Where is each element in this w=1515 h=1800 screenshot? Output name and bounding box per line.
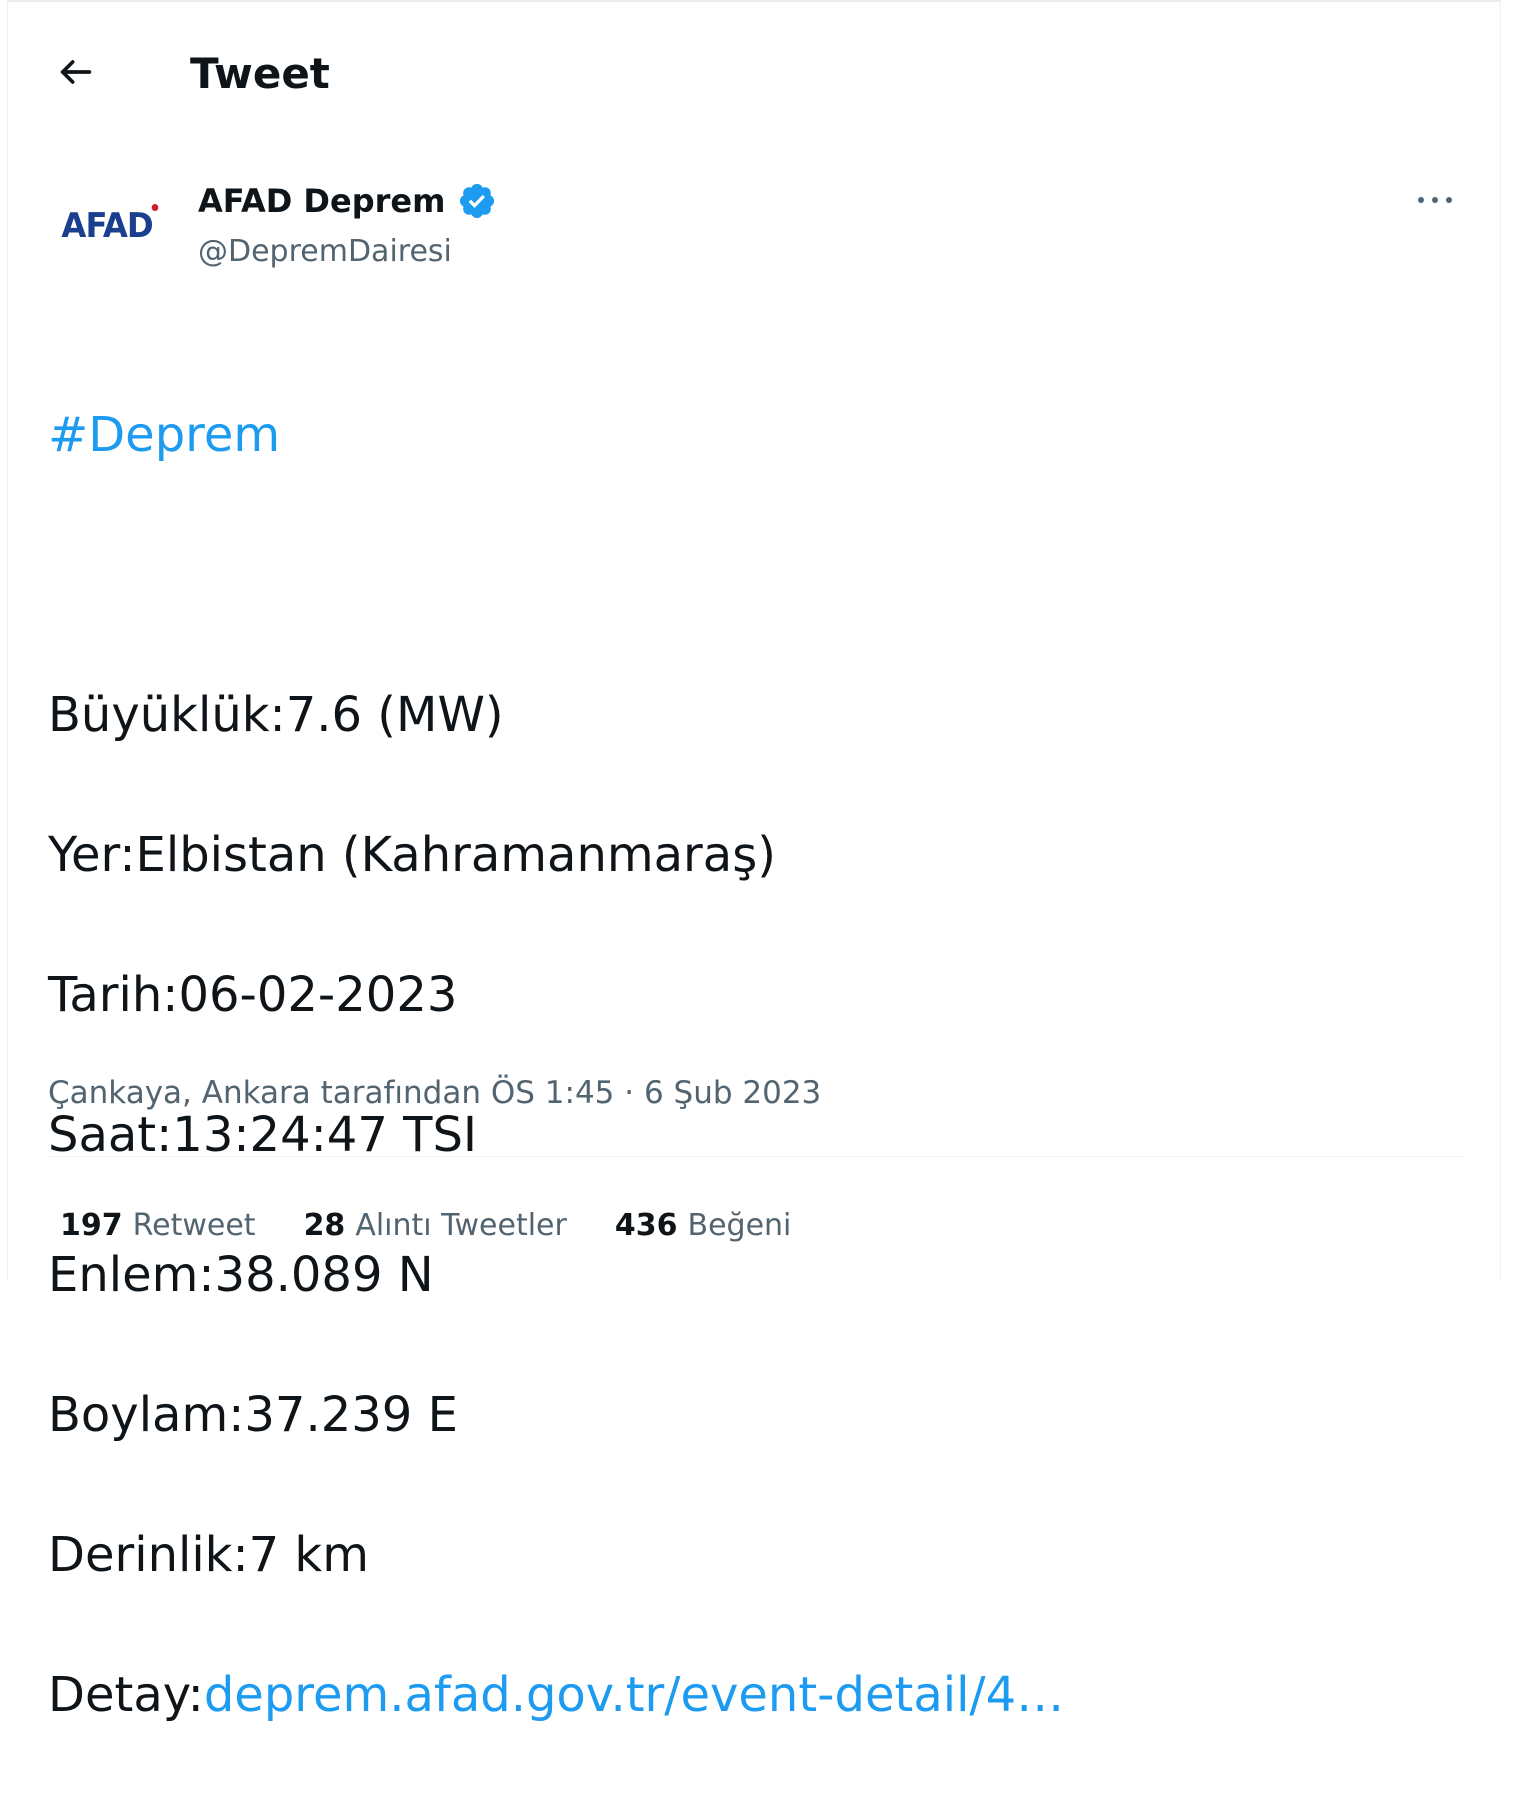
afad-logo: AFAD [61,204,159,246]
tweet-page: Tweet AFAD AFAD Deprem @DepremDairesi #D… [7,0,1501,1723]
verified-badge-icon [457,181,497,221]
retweets-stat[interactable]: 197 Retweet [60,1204,256,1248]
back-button[interactable] [48,44,104,100]
tweet-line-location: Yer:Elbistan (Kahramanmaraş) [48,827,776,883]
divider [48,1156,1462,1157]
arrow-left-icon [56,52,96,92]
tweet-line-latitude: Enlem:38.089 N [48,1247,434,1303]
tweet-stats: 197 Retweet 28 Alıntı Tweetler 436 Beğen… [60,1204,839,1248]
quotes-label: Alıntı Tweetler [355,1208,567,1243]
logo-dot [151,204,159,211]
retweets-label: Retweet [132,1208,256,1243]
quotes-stat[interactable]: 28 Alıntı Tweetler [304,1204,567,1248]
afad-logo-text: AFAD [61,206,153,246]
author-handle[interactable]: @DepremDairesi [198,230,452,274]
likes-stat[interactable]: 436 Beğeni [615,1204,792,1248]
hashtag-link[interactable]: #Deprem [48,407,280,463]
tweet-line-magnitude: Büyüklük:7.6 (MW) [48,687,504,743]
page-header: Tweet [8,2,1500,147]
quotes-count: 28 [303,1208,346,1243]
retweets-count: 197 [60,1208,123,1243]
likes-count: 436 [614,1208,678,1243]
author-display-name[interactable]: AFAD Deprem [198,178,497,224]
tweet-meta[interactable]: Çankaya, Ankara tarafından ÖS 1:45 · 6 Ş… [48,1070,821,1116]
tweet-line-longitude: Boylam:37.239 E [48,1387,458,1443]
likes-label: Beğeni [687,1208,792,1243]
tweet-line-depth: Derinlik:7 km [48,1527,369,1583]
detail-label: Detay: [48,1667,204,1723]
page-title: Tweet [190,49,330,98]
more-options-button[interactable] [1403,172,1467,228]
tweet-text: #Deprem Büyüklük:7.6 (MW) Yer:Elbistan (… [48,330,1468,1800]
avatar[interactable]: AFAD [50,169,164,283]
tweet-line-date: Tarih:06-02-2023 [48,967,458,1023]
detail-link[interactable]: deprem.afad.gov.tr/event-detail/4… [204,1667,1064,1723]
more-horizontal-icon [1415,194,1455,206]
display-name-text: AFAD Deprem [198,182,446,220]
